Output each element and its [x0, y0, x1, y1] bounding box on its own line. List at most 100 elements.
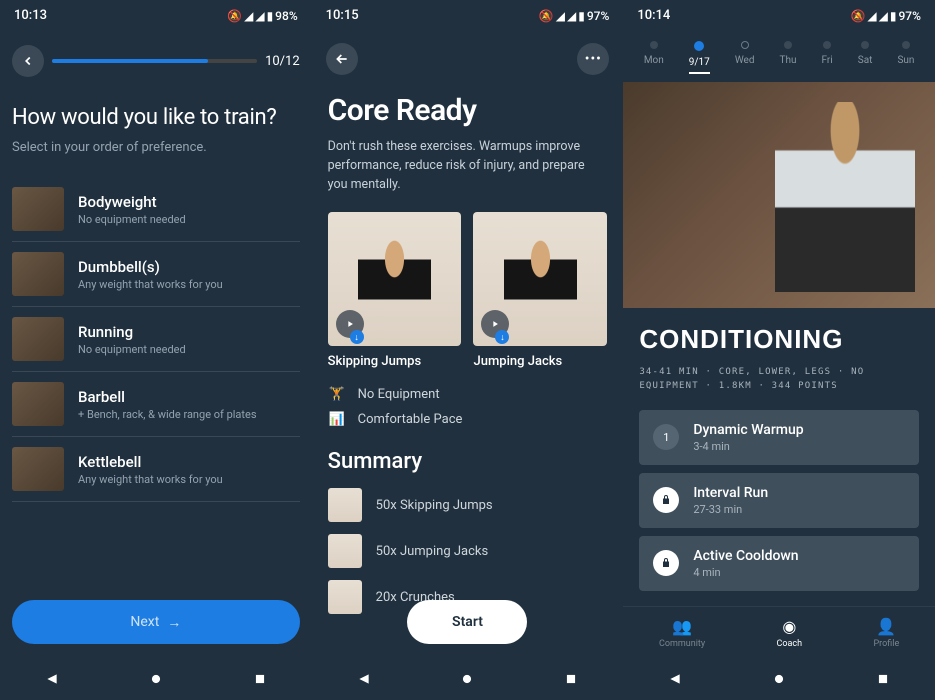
pace-meta: 📊 Comfortable Pace: [328, 412, 608, 427]
profile-icon: 👤: [876, 617, 896, 636]
pace-icon: 📊: [328, 412, 346, 427]
tab-community[interactable]: 👥 Community: [659, 617, 705, 649]
summary-text: 50x Skipping Jumps: [376, 498, 493, 513]
day-dot-icon: [741, 41, 749, 49]
segment-name: Active Cooldown: [693, 548, 905, 564]
nav-recent-icon[interactable]: [873, 669, 893, 689]
bottom-tab-bar: 👥 Community ◉ Coach 👤 Profile: [623, 606, 935, 658]
training-option-barbell[interactable]: Barbell + Bench, rack, & wide range of p…: [12, 372, 300, 437]
exercise-card-skipping-jumps[interactable]: ↓ Skipping Jumps: [328, 212, 462, 369]
day-thu[interactable]: Thu: [780, 41, 797, 74]
workout-segment-cooldown[interactable]: Active Cooldown 4 min: [639, 536, 919, 591]
back-button[interactable]: [326, 43, 358, 75]
battery-icon: ▮: [890, 9, 897, 23]
wifi-icon: ◢: [244, 9, 253, 23]
training-name: Barbell: [78, 388, 300, 406]
training-option-kettlebell[interactable]: Kettlebell Any weight that works for you: [12, 437, 300, 502]
progress-fill: [52, 59, 208, 63]
screen-training-preference: 10:13 🔕 ◢ ◢ ▮ 98% 10/12 How would you li…: [0, 0, 312, 700]
workout-segment-warmup[interactable]: 1 Dynamic Warmup 3-4 min: [639, 410, 919, 465]
android-nav-bar: [312, 658, 624, 700]
signal-icon: ◢: [879, 9, 888, 23]
mute-icon: 🔕: [539, 9, 554, 23]
training-thumbnail: [12, 447, 64, 491]
day-today[interactable]: 9/17: [689, 41, 710, 74]
summary-thumbnail: [328, 580, 362, 614]
status-time: 10:14: [637, 8, 670, 23]
workout-title: Core Ready: [328, 93, 608, 128]
status-bar: 10:15 🔕 ◢ ◢ ▮ 97%: [312, 0, 624, 31]
nav-home-icon[interactable]: [146, 669, 166, 689]
training-thumbnail: [12, 187, 64, 231]
day-label: Fri: [822, 55, 833, 66]
android-nav-bar: [623, 658, 935, 700]
training-thumbnail: [12, 382, 64, 426]
lock-icon: [653, 550, 679, 576]
nav-back-icon[interactable]: [665, 669, 685, 689]
start-button[interactable]: Start: [407, 600, 527, 644]
day-mon[interactable]: Mon: [644, 41, 664, 74]
summary-item[interactable]: 50x Skipping Jumps: [328, 488, 608, 522]
day-label: Sat: [858, 55, 873, 66]
battery-percent: 98%: [275, 9, 297, 23]
summary-item[interactable]: 50x Jumping Jacks: [328, 534, 608, 568]
training-option-running[interactable]: Running No equipment needed: [12, 307, 300, 372]
exercise-image: ↓: [328, 212, 462, 346]
progress-bar: [52, 59, 257, 63]
progress-counter: 10/12: [265, 54, 300, 69]
nav-recent-icon[interactable]: [250, 669, 270, 689]
day-fri[interactable]: Fri: [822, 41, 833, 74]
equipment-icon: 🏋: [328, 387, 346, 402]
session-title: CONDITIONING: [639, 324, 919, 355]
day-dot-icon: [902, 41, 910, 49]
day-wed[interactable]: Wed: [735, 41, 755, 74]
segment-number-badge: 1: [653, 424, 679, 450]
session-meta: 34-41 MIN · CORE, LOWER, LEGS · NO EQUIP…: [639, 365, 919, 394]
status-icons: 🔕 ◢ ◢ ▮ 97%: [850, 9, 921, 23]
nav-home-icon[interactable]: [457, 669, 477, 689]
training-desc: + Bench, rack, & wide range of plates: [78, 408, 300, 421]
more-menu-button[interactable]: •••: [577, 43, 609, 75]
training-desc: No equipment needed: [78, 213, 300, 226]
battery-icon: ▮: [578, 9, 585, 23]
week-selector: Mon 9/17 Wed Thu Fri Sat Sun: [623, 31, 935, 82]
day-label: Sun: [897, 55, 914, 66]
nav-recent-icon[interactable]: [561, 669, 581, 689]
day-sun[interactable]: Sun: [897, 41, 914, 74]
status-time: 10:15: [326, 8, 359, 23]
tab-profile[interactable]: 👤 Profile: [874, 617, 900, 649]
lock-icon: [653, 487, 679, 513]
wifi-icon: ◢: [556, 9, 565, 23]
tab-label: Community: [659, 639, 705, 649]
equipment-label: No Equipment: [358, 387, 440, 402]
back-button[interactable]: [12, 45, 44, 77]
coach-icon: ◉: [782, 617, 796, 636]
tab-label: Coach: [777, 639, 803, 649]
tab-coach[interactable]: ◉ Coach: [777, 617, 803, 649]
wifi-icon: ◢: [867, 9, 876, 23]
summary-heading: Summary: [328, 449, 608, 474]
exercise-card-jumping-jacks[interactable]: ↓ Jumping Jacks: [473, 212, 607, 369]
exercise-name: Skipping Jumps: [328, 354, 462, 369]
training-desc: No equipment needed: [78, 343, 300, 356]
day-dot-icon: [784, 41, 792, 49]
summary-text: 50x Jumping Jacks: [376, 544, 489, 559]
segment-name: Dynamic Warmup: [693, 422, 905, 438]
status-icons: 🔕 ◢ ◢ ▮ 98%: [227, 9, 298, 23]
mute-icon: 🔕: [850, 9, 865, 23]
next-button[interactable]: Next →: [12, 600, 300, 644]
workout-segment-interval[interactable]: Interval Run 27-33 min: [639, 473, 919, 528]
page-title: How would you like to train?: [12, 105, 300, 130]
segment-duration: 27-33 min: [693, 503, 905, 516]
status-icons: 🔕 ◢ ◢ ▮ 97%: [539, 9, 610, 23]
nav-back-icon[interactable]: [354, 669, 374, 689]
tab-label: Profile: [874, 639, 900, 649]
nav-home-icon[interactable]: [769, 669, 789, 689]
training-option-dumbbell[interactable]: Dumbbell(s) Any weight that works for yo…: [12, 242, 300, 307]
training-option-bodyweight[interactable]: Bodyweight No equipment needed: [12, 177, 300, 242]
training-name: Running: [78, 323, 300, 341]
nav-back-icon[interactable]: [42, 669, 62, 689]
status-bar: 10:13 🔕 ◢ ◢ ▮ 98%: [0, 0, 312, 31]
day-sat[interactable]: Sat: [858, 41, 873, 74]
page-subtitle: Select in your order of preference.: [12, 140, 300, 155]
